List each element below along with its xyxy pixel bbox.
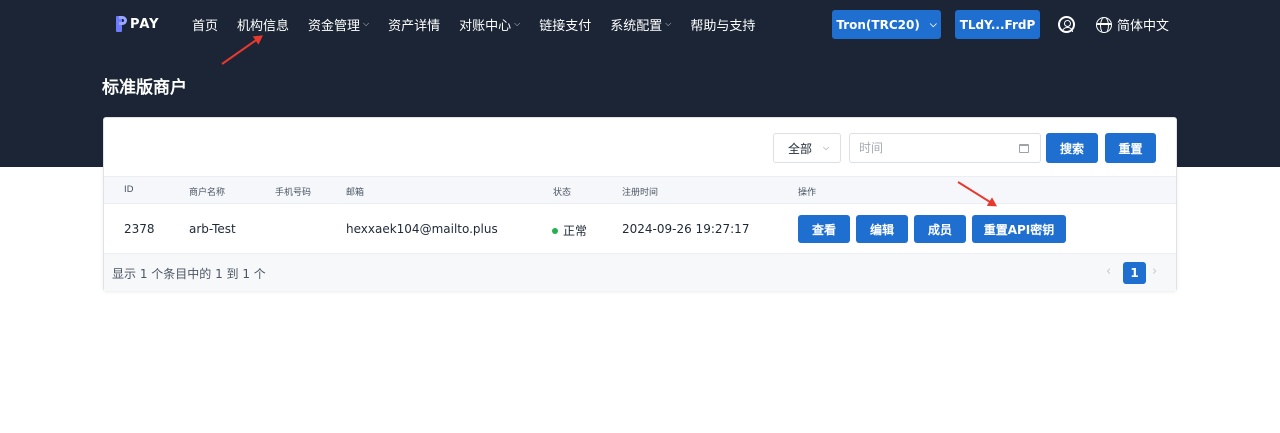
- nav-item-system-config[interactable]: 系统配置 ⌵: [610, 15, 671, 34]
- edit-button[interactable]: 编辑: [856, 215, 908, 243]
- table-header: ID 商户名称 手机号码 邮箱 状态 注册时间 操作: [104, 176, 1176, 204]
- wallet-address-button[interactable]: TLdY...FrdP: [955, 10, 1040, 39]
- chevron-down-icon: ⌵: [514, 19, 521, 28]
- members-button[interactable]: 成员: [914, 215, 966, 243]
- cell-registered: 2024-09-26 19:27:17: [622, 222, 750, 236]
- column-header-phone: 手机号码: [275, 188, 312, 198]
- reset-api-key-button[interactable]: 重置API密钥: [972, 215, 1066, 243]
- nav-item-fund-management[interactable]: 资金管理 ⌵: [308, 15, 369, 34]
- column-header-id: ID: [124, 185, 134, 195]
- chevron-down-icon: ⌵: [665, 19, 672, 28]
- user-account-icon[interactable]: [1058, 16, 1075, 33]
- table-footer: 显示 1 个条目中的 1 到 1 个 ‹ 1 ›: [104, 254, 1176, 291]
- chain-select-button[interactable]: Tron(TRC20) ⌵: [832, 10, 941, 39]
- reset-button[interactable]: 重置: [1105, 133, 1156, 163]
- status-filter-select[interactable]: 全部 ⌵: [773, 133, 841, 163]
- column-header-registered: 注册时间: [622, 188, 659, 198]
- column-header-email: 邮箱: [346, 188, 365, 198]
- time-range-input[interactable]: [849, 133, 1041, 163]
- nav-item-help-support[interactable]: 帮助与支持: [690, 15, 755, 34]
- merchant-list-card: 全部⌵ 搜索 重置 ID 商户名称 手机号码 邮箱 状态 注册时间 操作 237…: [103, 117, 1177, 291]
- table-row: 2378 arb-Test hexxaek104@mailto.plus 正常 …: [104, 204, 1176, 254]
- logo-mark-icon: [116, 16, 127, 32]
- page-title: 标准版商户: [102, 78, 187, 98]
- status-dot-icon: [552, 227, 558, 234]
- nav-item-reconciliation[interactable]: 对账中心 ⌵: [459, 15, 520, 34]
- column-header-actions: 操作: [798, 188, 817, 198]
- nav-item-link-payment[interactable]: 链接支付: [539, 15, 591, 34]
- search-button[interactable]: 搜索: [1046, 133, 1098, 163]
- chevron-down-icon: ⌵: [363, 19, 370, 28]
- cell-email: hexxaek104@mailto.plus: [346, 222, 498, 236]
- cell-merchant-name: arb-Test: [189, 222, 236, 236]
- brand-logo[interactable]: PAY: [116, 14, 160, 34]
- chevron-down-icon: ⌵: [929, 19, 937, 30]
- chevron-down-icon: ⌵: [823, 143, 830, 152]
- nav-item-institution-info[interactable]: 机构信息: [237, 15, 289, 34]
- top-navigation: PAY 首页 机构信息 资金管理 ⌵ 资产详情 对账中心 ⌵ 链接支付 系统配置 ⌵ …: [0, 0, 1280, 48]
- brand-name: PAY: [130, 16, 160, 32]
- nav-item-asset-details[interactable]: 资产详情: [388, 15, 440, 34]
- previous-page-icon[interactable]: ‹: [1106, 264, 1111, 279]
- next-page-icon[interactable]: ›: [1152, 264, 1157, 279]
- page-number-button[interactable]: 1: [1123, 262, 1146, 284]
- language-switcher[interactable]: 简体中文: [1096, 15, 1169, 34]
- main-menu: 首页 机构信息 资金管理 ⌵ 资产详情 对账中心 ⌵ 链接支付 系统配置 ⌵ 帮助与支…: [192, 0, 774, 48]
- view-button[interactable]: 查看: [798, 215, 850, 243]
- globe-icon: [1096, 16, 1112, 33]
- pagination-summary: 显示 1 个条目中的 1 到 1 个: [112, 267, 266, 281]
- column-header-status: 状态: [553, 188, 572, 198]
- column-header-merchant-name: 商户名称: [189, 188, 226, 198]
- cell-id: 2378: [124, 222, 155, 236]
- cell-status: 正常: [552, 222, 587, 239]
- nav-item-home[interactable]: 首页: [192, 15, 218, 34]
- calendar-icon: [1019, 144, 1029, 153]
